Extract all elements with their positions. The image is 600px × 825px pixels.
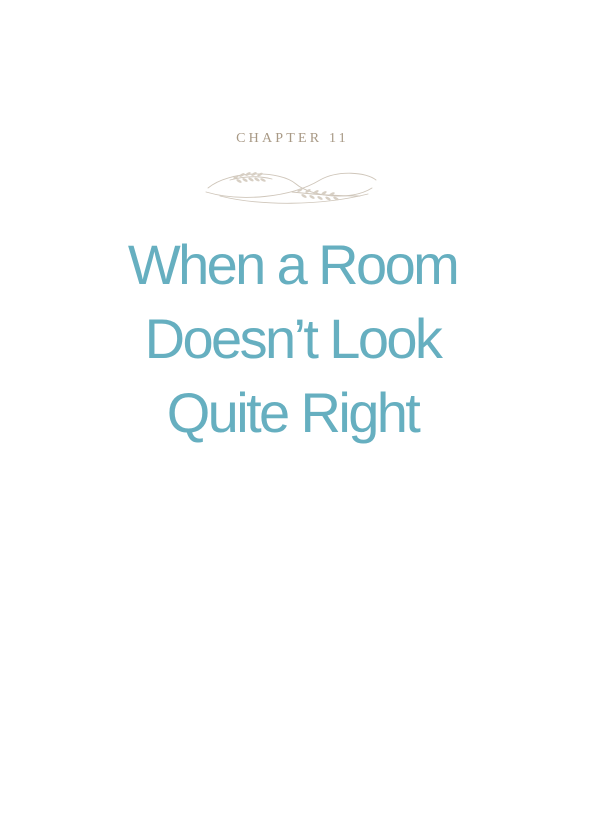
chapter-title-line-1: When a Room [127,233,460,296]
chapter-title-line-2: Doesn’t Look [144,307,443,370]
chapter-title: When a Room Doesn’t Look Quite Right [0,228,585,450]
chapter-title-line-3: Quite Right [166,381,421,444]
chapter-opener-page: CHAPTER 11 When a Room Doesn’t Look Quit… [0,0,600,825]
chapter-number-label: CHAPTER 11 [236,131,349,146]
laurel-flourish-icon [205,172,377,204]
